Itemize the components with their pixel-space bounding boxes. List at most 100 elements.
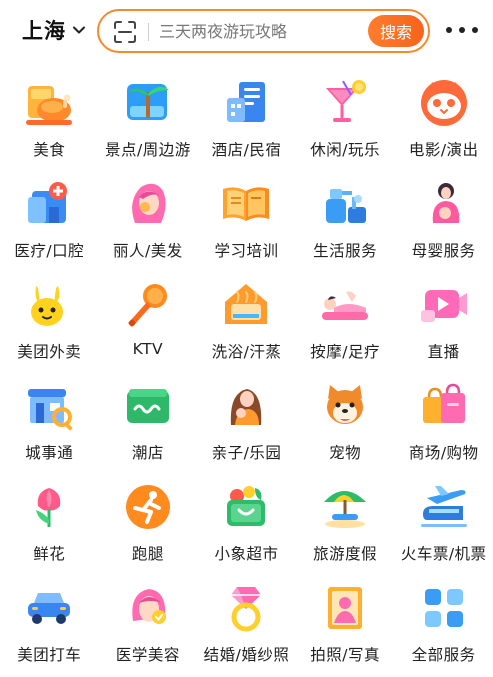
city-name: 上海 xyxy=(22,19,66,43)
category-label: 医学美容 xyxy=(115,646,180,664)
category-wedding[interactable]: 结婚/婚纱照 xyxy=(197,575,296,676)
category-family[interactable]: 亲子/乐园 xyxy=(197,373,296,474)
category-scenic[interactable]: 景点/周边游 xyxy=(99,70,198,171)
category-label: 拍照/写真 xyxy=(310,646,380,664)
category-label: 休闲/玩乐 xyxy=(310,141,380,159)
category-movies[interactable]: 电影/演出 xyxy=(394,70,493,171)
shopping-bag-icon xyxy=(422,383,465,423)
category-label: 火车票/机票 xyxy=(400,545,487,563)
category-train-flight[interactable]: 火车票/机票 xyxy=(394,474,493,575)
category-label: 按摩/足疗 xyxy=(310,343,380,361)
taxi-car-icon xyxy=(28,593,71,624)
city-selector[interactable]: 上海 xyxy=(22,14,86,46)
category-ktv[interactable]: KTV xyxy=(99,272,198,373)
mother-baby-icon xyxy=(432,183,459,223)
grocery-basket-icon xyxy=(227,486,266,526)
category-chao-store[interactable]: 潮店 xyxy=(99,373,198,474)
cat-face-icon xyxy=(420,80,467,126)
category-label: 母婴服务 xyxy=(411,242,476,260)
category-label: 商场/购物 xyxy=(408,444,479,462)
microphone-icon xyxy=(128,284,167,327)
category-live[interactable]: 直播 xyxy=(394,272,493,373)
category-label: 结婚/婚纱照 xyxy=(203,646,290,664)
kangaroo-icon xyxy=(31,286,64,326)
category-label: 亲子/乐园 xyxy=(211,444,282,462)
massage-icon xyxy=(322,291,369,320)
all-services-icon xyxy=(424,589,463,627)
beach-umbrella-icon xyxy=(324,491,367,528)
category-maternity[interactable]: 母婴服务 xyxy=(394,171,493,272)
medical-kit-icon xyxy=(28,182,68,223)
category-grid: 美食 景点/周边游 酒店/民宿 休闲/玩乐 电影/演出 医疗/口腔 丽人/美发 … xyxy=(0,70,493,677)
category-errands[interactable]: 跑腿 xyxy=(99,474,198,575)
category-label: 小象超市 xyxy=(214,545,279,563)
shiba-dog-icon xyxy=(327,385,364,424)
category-label: 直播 xyxy=(427,343,460,361)
search-button[interactable]: 搜索 xyxy=(368,15,424,47)
chevron-down-icon xyxy=(73,26,85,34)
category-pets[interactable]: 宠物 xyxy=(296,373,395,474)
category-label: KTV xyxy=(132,340,164,358)
cocktail-icon xyxy=(326,80,367,122)
category-bathing[interactable]: 洗浴/汗蒸 xyxy=(197,272,296,373)
category-label: 宠物 xyxy=(329,444,362,462)
live-video-icon xyxy=(420,290,467,322)
category-label: 生活服务 xyxy=(313,242,378,260)
diamond-ring-icon xyxy=(231,587,262,632)
category-label: 潮店 xyxy=(131,444,164,462)
category-label: 鲜花 xyxy=(33,545,66,563)
category-label: 景点/周边游 xyxy=(105,141,191,159)
tulip-flower-icon xyxy=(36,488,61,527)
category-label: 酒店/民宿 xyxy=(211,141,282,159)
category-label: 旅游度假 xyxy=(313,545,378,563)
category-beauty[interactable]: 丽人/美发 xyxy=(99,171,198,272)
parent-child-icon xyxy=(231,389,262,425)
scan-icon[interactable] xyxy=(113,20,137,44)
runner-icon xyxy=(125,485,170,529)
category-medical[interactable]: 医疗/口腔 xyxy=(0,171,99,272)
top-bar: 上海 搜索 xyxy=(0,0,493,62)
category-label: 医疗/口腔 xyxy=(14,242,85,260)
woman-hair-icon xyxy=(131,183,166,223)
search-bar: 搜索 xyxy=(97,9,430,53)
spray-bottle-icon xyxy=(326,189,367,223)
hotel-building-icon xyxy=(227,82,266,122)
category-label: 全部服务 xyxy=(411,646,476,664)
open-book-icon xyxy=(223,187,270,221)
category-flowers[interactable]: 鲜花 xyxy=(0,474,99,575)
category-supermarket[interactable]: 小象超市 xyxy=(197,474,296,575)
category-travel[interactable]: 旅游度假 xyxy=(296,474,395,575)
category-label: 电影/演出 xyxy=(408,141,479,159)
category-education[interactable]: 学习培训 xyxy=(197,171,296,272)
category-hotel[interactable]: 酒店/民宿 xyxy=(197,70,296,171)
train-plane-icon xyxy=(420,486,467,527)
search-input[interactable] xyxy=(159,15,359,47)
category-label: 跑腿 xyxy=(131,545,164,563)
category-label: 美食 xyxy=(33,141,66,159)
category-label: 城事通 xyxy=(25,444,74,462)
category-label: 美团外卖 xyxy=(17,343,82,361)
category-massage[interactable]: 按摩/足疗 xyxy=(296,272,395,373)
category-label: 美团打车 xyxy=(17,646,82,664)
beauty-face-icon xyxy=(132,589,166,624)
category-photo[interactable]: 拍照/写真 xyxy=(296,575,395,676)
category-food[interactable]: 美食 xyxy=(0,70,99,171)
category-meituan-waimai[interactable]: 美团外卖 xyxy=(0,272,99,373)
roast-chicken-icon xyxy=(26,86,73,125)
category-shopping[interactable]: 商场/购物 xyxy=(394,373,493,474)
category-label: 丽人/美发 xyxy=(113,242,183,260)
category-city-services[interactable]: 城事通 xyxy=(0,373,99,474)
category-medical-beauty[interactable]: 医学美容 xyxy=(99,575,198,676)
search-divider xyxy=(148,23,149,41)
category-all-services[interactable]: 全部服务 xyxy=(394,575,493,676)
category-label: 洗浴/汗蒸 xyxy=(211,343,282,361)
bathhouse-icon xyxy=(225,284,268,324)
category-life-services[interactable]: 生活服务 xyxy=(296,171,395,272)
city-storefront-icon xyxy=(28,389,73,431)
photo-frame-icon xyxy=(328,587,363,629)
more-menu-icon[interactable] xyxy=(446,20,478,40)
chao-store-icon xyxy=(126,389,169,423)
category-leisure[interactable]: 休闲/玩乐 xyxy=(296,70,395,171)
palm-tree-icon xyxy=(126,84,169,120)
category-taxi[interactable]: 美团打车 xyxy=(0,575,99,676)
